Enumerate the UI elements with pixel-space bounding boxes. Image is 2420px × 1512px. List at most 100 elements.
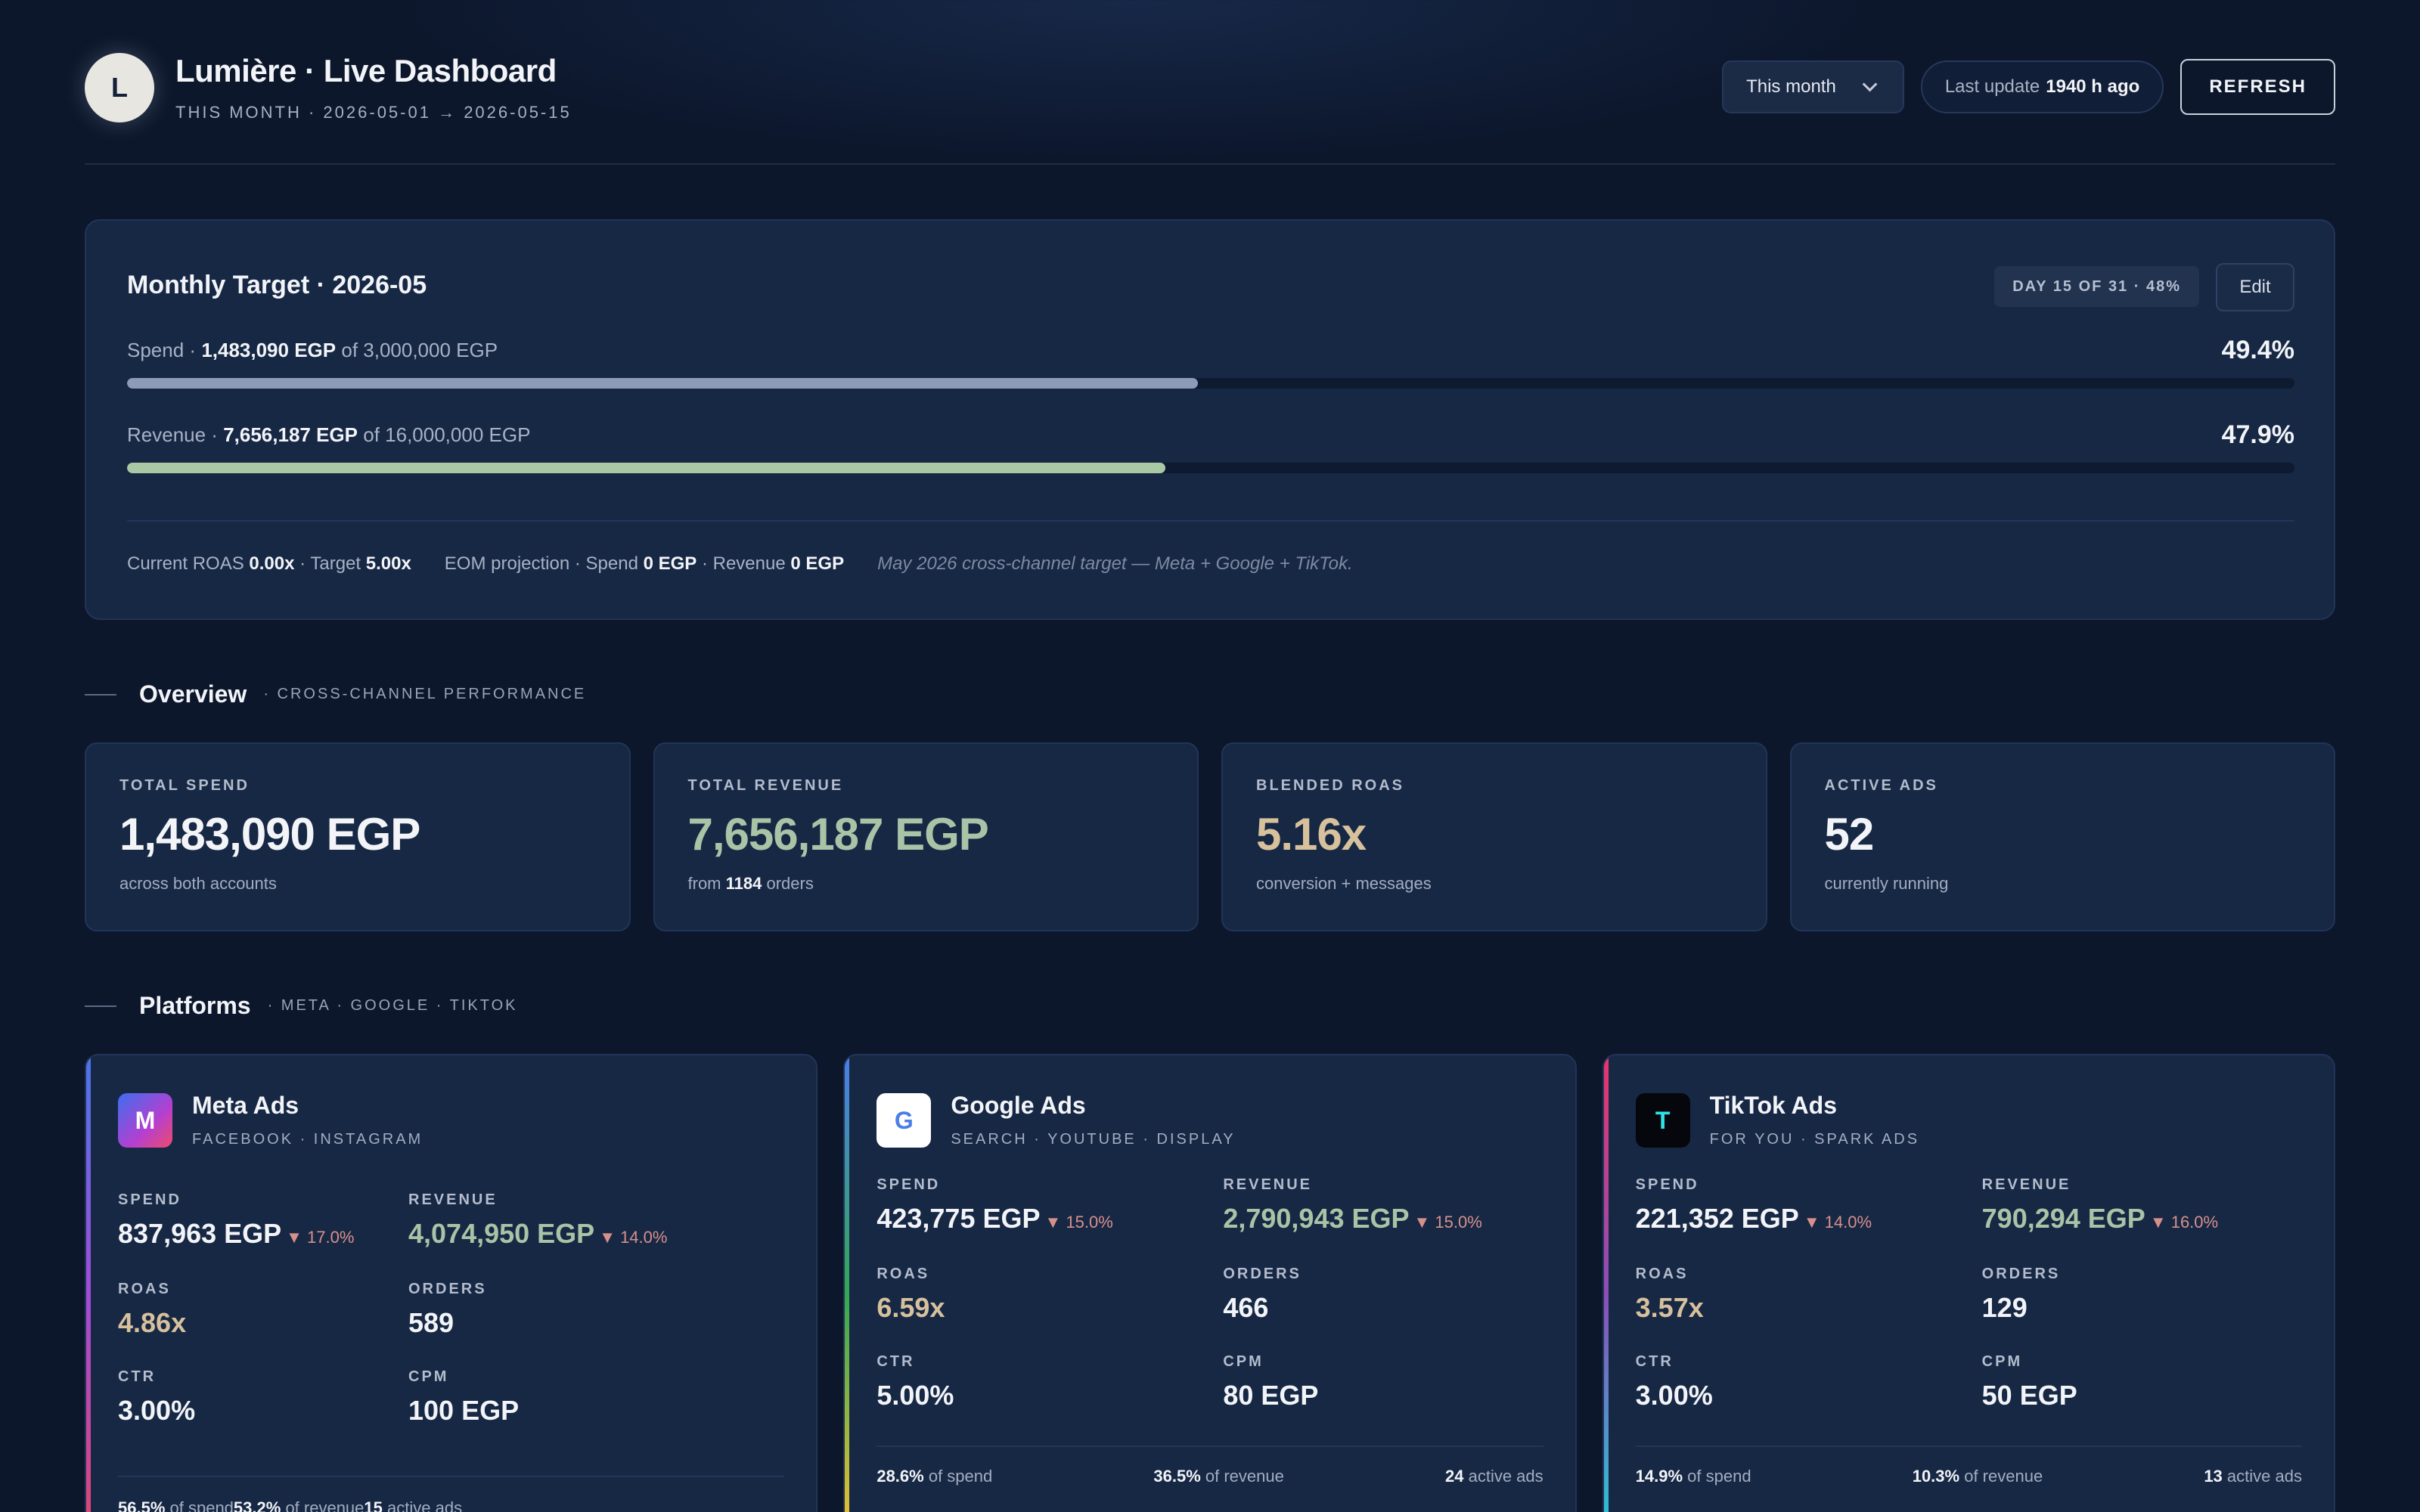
spend-progress-fill: [127, 378, 1198, 389]
revenue-progress-row: Revenue · 7,656,187 EGP of 16,000,000 EG…: [127, 420, 2294, 473]
platform-card-meta: M Meta Ads FACEBOOK · INSTAGRAM SPEND 83…: [85, 1054, 818, 1512]
metric-label: ORDERS: [1223, 1266, 1302, 1282]
metric-orders: ORDERS 466: [1223, 1266, 1302, 1324]
last-update-badge: Last update 1940 h ago: [1920, 60, 2164, 113]
active-ads-label: active ads: [387, 1498, 463, 1512]
metric-cpm: CPM 100 EGP: [408, 1368, 519, 1427]
revenue-label: Revenue ·: [127, 423, 218, 446]
platform-name: Google Ads: [951, 1092, 1086, 1119]
target-roas-label: · Target: [299, 553, 361, 574]
target-note: May 2026 cross-channel target — Meta + G…: [877, 553, 1353, 574]
metric-value: 3.00%: [118, 1395, 196, 1426]
metric-value: 3.00%: [1635, 1380, 1713, 1411]
last-update-label: Last update: [1944, 76, 2040, 97]
kpi-label: BLENDED ROAS: [1256, 777, 1405, 794]
period-select[interactable]: This month: [1722, 60, 1904, 113]
revenue-percent: 47.9%: [2221, 420, 2294, 449]
share-spend-value: 56.5%: [118, 1498, 166, 1512]
spend-progress-label: Spend · 1,483,090 EGP of 3,000,000 EGP: [127, 339, 2294, 362]
metric-label: ROAS: [118, 1281, 171, 1297]
kpi-total-spend: TOTAL SPEND 1,483,090 EGP across both ac…: [85, 742, 631, 931]
share-of-revenue: 53.2% of revenue: [234, 1498, 364, 1512]
metric-value: 129: [1981, 1292, 2028, 1323]
kpi-label: TOTAL SPEND: [119, 777, 250, 794]
platform-tags: SEARCH · YOUTUBE · DISPLAY: [951, 1131, 1236, 1148]
platforms-title: Platforms: [139, 992, 251, 1019]
platform-name: Meta Ads: [192, 1092, 299, 1119]
share-revenue-label: of revenue: [1205, 1467, 1284, 1486]
monthly-target-card: Monthly Target · 2026-05 DAY 15 OF 31 · …: [85, 219, 2335, 620]
metric-value: 589: [408, 1307, 455, 1338]
eom-projection: EOM projection · Spend 0 EGP · Revenue 0…: [445, 553, 844, 575]
spend-value: 1,483,090 EGP: [201, 339, 337, 361]
target-roas-value: 5.00x: [365, 553, 411, 574]
kpi-value: 52: [1824, 809, 1875, 860]
metric-revenue: REVENUE 2,790,943 EGP ▼ 15.0%: [1223, 1176, 1481, 1235]
share-of-spend: 14.9% of spend: [1636, 1467, 1751, 1486]
share-spend-value: 28.6%: [876, 1467, 924, 1486]
metric-value: 423,775 EGP ▼ 15.0%: [876, 1203, 1112, 1235]
share-spend-value: 14.9%: [1635, 1467, 1683, 1486]
refresh-button[interactable]: REFRESH: [2180, 59, 2335, 115]
metric-value: 2,790,943 EGP ▼ 15.0%: [1223, 1203, 1481, 1235]
revenue-delta: ▼ 15.0%: [1413, 1213, 1482, 1232]
metric-label: CTR: [118, 1368, 157, 1385]
metric-spend: SPEND 423,775 EGP ▼ 15.0%: [876, 1176, 1112, 1235]
metric-value: 5.00%: [876, 1380, 954, 1411]
overview-tag: · CROSS-CHANNEL PERFORMANCE: [263, 686, 587, 702]
share-of-revenue: 10.3% of revenue: [1913, 1467, 2043, 1486]
eom-spend-label: EOM projection · Spend: [444, 553, 638, 574]
active-ads-count: 13 active ads: [2204, 1467, 2302, 1486]
spend-progress-row: Spend · 1,483,090 EGP of 3,000,000 EGP 4…: [127, 336, 2294, 389]
spend-delta: ▼ 15.0%: [1044, 1213, 1113, 1232]
metric-label: CPM: [408, 1368, 449, 1385]
overview-title: Overview: [139, 680, 247, 708]
metric-value: 4,074,950 EGP ▼ 14.0%: [408, 1218, 667, 1250]
spend-percent: 49.4%: [2221, 336, 2294, 364]
overview-heading: Overview · CROSS-CHANNEL PERFORMANCE: [85, 680, 586, 708]
metric-value: 790,294 EGP ▼ 16.0%: [1982, 1203, 2218, 1235]
metric-value: 80 EGP: [1223, 1380, 1319, 1411]
revenue-value: 4,074,950 EGP: [408, 1218, 595, 1249]
edit-target-button[interactable]: Edit: [2216, 263, 2294, 311]
platform-footer: 56.5% of spend 53.2% of revenue 15 activ…: [118, 1498, 784, 1512]
metric-value: 6.59x: [876, 1292, 945, 1323]
platform-tags: FACEBOOK · INSTAGRAM: [192, 1131, 424, 1148]
metric-label: REVENUE: [408, 1191, 498, 1208]
metric-orders: ORDERS 129: [1982, 1266, 2061, 1324]
active-ads-count: 15 active ads: [364, 1498, 462, 1512]
metric-cpm: CPM 50 EGP: [1982, 1353, 2077, 1411]
spend-delta: ▼ 14.0%: [1803, 1213, 1872, 1232]
spend-label: Spend ·: [127, 339, 197, 361]
card-accent: [1603, 1055, 1609, 1512]
kpi-value: 7,656,187 EGP: [687, 809, 989, 860]
metric-label: CTR: [1635, 1353, 1674, 1370]
header-actions: This month Last update 1940 h ago REFRES…: [1722, 59, 2335, 115]
metric-value: 466: [1223, 1292, 1269, 1323]
spend-value: 221,352 EGP: [1635, 1203, 1799, 1234]
tiktok-logo-icon: T: [1635, 1093, 1690, 1148]
metric-ctr: CTR 5.00%: [876, 1353, 954, 1411]
metric-label: REVENUE: [1223, 1176, 1313, 1193]
spend-value: 423,775 EGP: [876, 1203, 1041, 1234]
metric-spend: SPEND 221,352 EGP ▼ 14.0%: [1636, 1176, 1872, 1235]
kpi-sub-suffix: orders: [766, 874, 814, 893]
platform-footer: 14.9% of spend 10.3% of revenue 13 activ…: [1636, 1467, 2302, 1486]
kpi-active-ads: ACTIVE ADS 52 currently running: [1789, 742, 2335, 931]
active-ads-label: active ads: [1468, 1467, 1544, 1486]
share-revenue-label: of revenue: [1964, 1467, 2043, 1486]
platform-card-google: G Google Ads SEARCH · YOUTUBE · DISPLAY …: [843, 1054, 1577, 1512]
spend-value: 837,963 EGP: [118, 1218, 282, 1249]
metric-label: SPEND: [1635, 1176, 1699, 1193]
metric-label: SPEND: [876, 1176, 941, 1193]
eom-revenue-label: · Revenue: [701, 553, 786, 574]
google-logo-icon: G: [876, 1093, 932, 1148]
share-spend-label: of spend: [169, 1498, 234, 1512]
metric-roas: ROAS 3.57x: [1636, 1266, 1704, 1324]
platform-name: TikTok Ads: [1709, 1092, 1837, 1119]
spend-target: of 3,000,000 EGP: [341, 339, 498, 361]
metric-roas: ROAS 6.59x: [876, 1266, 945, 1324]
kpi-sub: conversion + messages: [1256, 874, 1432, 893]
metric-value: 100 EGP: [408, 1395, 520, 1426]
kpi-label: ACTIVE ADS: [1824, 777, 1938, 794]
